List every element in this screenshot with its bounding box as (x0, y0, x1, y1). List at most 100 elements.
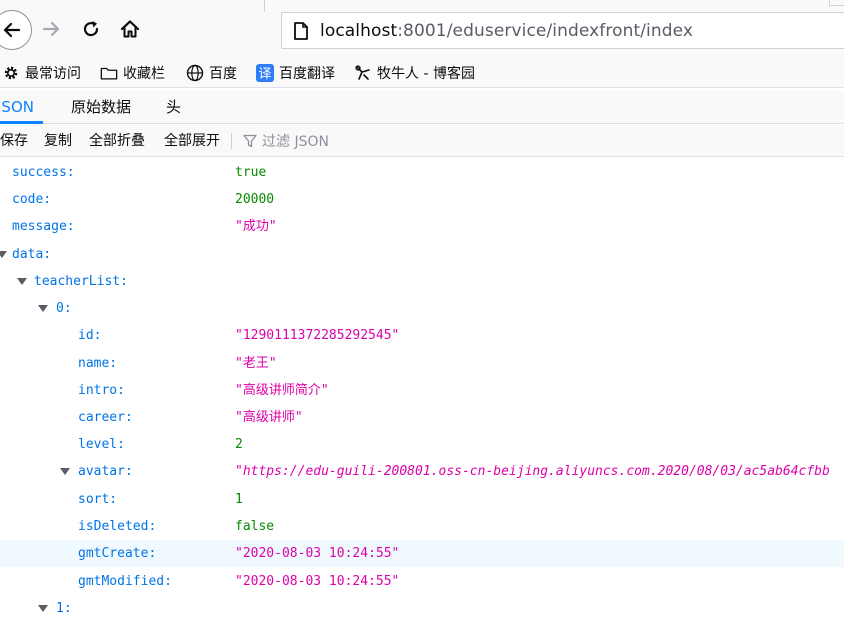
json-row-name[interactable]: name: "老王" (0, 350, 844, 377)
json-row-id[interactable]: id: "1290111372285292545" (0, 322, 844, 349)
json-tree: success: true code: 20000 message: "成功" … (0, 158, 844, 619)
json-row-teacherlist[interactable]: teacherList: (0, 268, 844, 295)
reload-button[interactable] (74, 12, 108, 46)
filter-icon (242, 133, 258, 149)
expand-triangle-icon[interactable] (17, 268, 27, 295)
json-key: id: (78, 328, 102, 343)
json-row-gmtmodified[interactable]: gmtModified: "2020-08-03 10:24:55" (0, 568, 844, 595)
bookmark-favorites[interactable]: 收藏栏 (100, 58, 165, 88)
bookmarks-bar: 最常访问 收藏栏 百度 译 百度翻译 牧牛人 - 博客园 (0, 58, 844, 88)
save-button[interactable]: 保存 (0, 125, 28, 157)
json-toolbar: 保存 复制 全部折叠 全部展开 过滤 JSON (0, 125, 844, 157)
json-key: code: (12, 192, 52, 207)
bookmark-baidu[interactable]: 百度 (186, 58, 237, 88)
copy-button[interactable]: 复制 (44, 125, 72, 157)
window-edge (829, 0, 844, 6)
navigation-bar: localhost:8001/eduservice/indexfront/ind… (0, 0, 844, 58)
expand-triangle-icon[interactable] (38, 595, 48, 619)
json-value: 20000 (235, 192, 275, 207)
tab-json[interactable]: JSON (0, 90, 34, 124)
filter-placeholder: 过滤 JSON (262, 134, 329, 150)
json-row-item-0[interactable]: 0: (0, 295, 844, 322)
svg-text:译: 译 (258, 67, 271, 82)
tab-raw-data[interactable]: 原始数据 (71, 90, 131, 124)
bookmark-most-visited[interactable]: 最常访问 (2, 58, 81, 88)
json-viewer-tabs: JSON 原始数据 头 (0, 90, 844, 124)
toolbar-divider (264, 0, 265, 12)
json-value: true (235, 165, 267, 180)
json-row-gmtcreate[interactable]: gmtCreate: "2020-08-03 10:24:55" (0, 540, 844, 567)
json-key: avatar: (78, 464, 133, 479)
json-key: sort: (78, 492, 118, 507)
json-row-code[interactable]: code: 20000 (0, 186, 844, 213)
json-value: "老王" (235, 356, 277, 371)
forward-button[interactable] (34, 12, 68, 46)
json-row-data[interactable]: data: (0, 241, 844, 268)
expand-triangle-icon[interactable] (0, 241, 7, 268)
bookmark-baidu-translate[interactable]: 译 百度翻译 (256, 58, 335, 88)
json-key: data: (12, 247, 52, 262)
home-icon (120, 20, 140, 38)
tab-headers[interactable]: 头 (166, 90, 181, 124)
json-row-level[interactable]: level: 2 (0, 431, 844, 458)
url-text[interactable]: localhost:8001/eduservice/indexfront/ind… (320, 21, 693, 41)
filter-json-input[interactable]: 过滤 JSON (242, 125, 329, 157)
expand-all-button[interactable]: 全部展开 (164, 125, 220, 157)
active-tab-indicator (0, 121, 43, 124)
expand-triangle-icon[interactable] (60, 458, 70, 485)
bookmark-label: 牧牛人 - 博客园 (377, 65, 475, 82)
json-key: isDeleted: (78, 519, 157, 534)
json-value: 1 (235, 492, 243, 507)
arrow-right-icon (42, 21, 60, 37)
json-key: name: (78, 356, 118, 371)
json-row-intro[interactable]: intro: "高级讲师简介" (0, 377, 844, 404)
blog-icon (354, 64, 372, 82)
json-value: "成功" (235, 219, 277, 234)
reload-icon (83, 21, 99, 37)
json-key: intro: (78, 383, 125, 398)
json-value: false (235, 519, 275, 534)
gear-icon (2, 64, 20, 82)
json-value: 2 (235, 437, 243, 452)
collapse-all-button[interactable]: 全部折叠 (89, 125, 145, 157)
json-key: 0: (56, 301, 72, 316)
json-key: gmtCreate: (78, 546, 157, 561)
translate-icon: 译 (256, 63, 274, 82)
json-row-item-1[interactable]: 1: (0, 595, 844, 619)
json-row-message[interactable]: message: "成功" (0, 213, 844, 240)
toolbar-separator (231, 133, 232, 149)
json-value: "2020-08-03 10:24:55" (235, 574, 400, 589)
json-row-career[interactable]: career: "高级讲师" (0, 404, 844, 431)
json-key: success: (12, 165, 75, 180)
bookmark-label: 收藏栏 (123, 65, 165, 82)
back-button[interactable] (0, 10, 32, 50)
bookmark-label: 最常访问 (25, 65, 81, 82)
json-row-sort[interactable]: sort: 1 (0, 486, 844, 513)
json-value: "2020-08-03 10:24:55" (235, 546, 400, 561)
bookmark-label: 百度 (209, 65, 237, 82)
home-button[interactable] (113, 12, 147, 46)
expand-triangle-icon[interactable] (38, 295, 48, 322)
json-row-avatar[interactable]: avatar: "https://edu-guili-200801.oss-cn… (0, 458, 844, 485)
globe-icon (186, 64, 204, 82)
json-key: level: (78, 437, 125, 452)
folder-icon (100, 64, 118, 82)
json-key: teacherList: (34, 274, 128, 289)
json-key: gmtModified: (78, 574, 172, 589)
bookmark-blog[interactable]: 牧牛人 - 博客园 (354, 58, 475, 88)
json-key: message: (12, 219, 75, 234)
url-bar[interactable]: localhost:8001/eduservice/indexfront/ind… (281, 12, 844, 49)
arrow-left-icon (3, 22, 21, 38)
json-key: 1: (56, 601, 72, 616)
url-path: :8001/eduservice/indexfront/index (397, 20, 694, 41)
json-value: "高级讲师简介" (235, 383, 329, 398)
json-value: "1290111372285292545" (235, 328, 400, 343)
json-key: career: (78, 410, 133, 425)
json-value: "https://edu-guili-200801.oss-cn-beijing… (235, 464, 830, 479)
bookmark-label: 百度翻译 (279, 65, 335, 82)
json-value: "高级讲师" (235, 410, 303, 425)
page-icon (286, 16, 316, 46)
url-host: localhost (320, 20, 398, 41)
json-row-success[interactable]: success: true (0, 159, 844, 186)
json-row-isdeleted[interactable]: isDeleted: false (0, 513, 844, 540)
